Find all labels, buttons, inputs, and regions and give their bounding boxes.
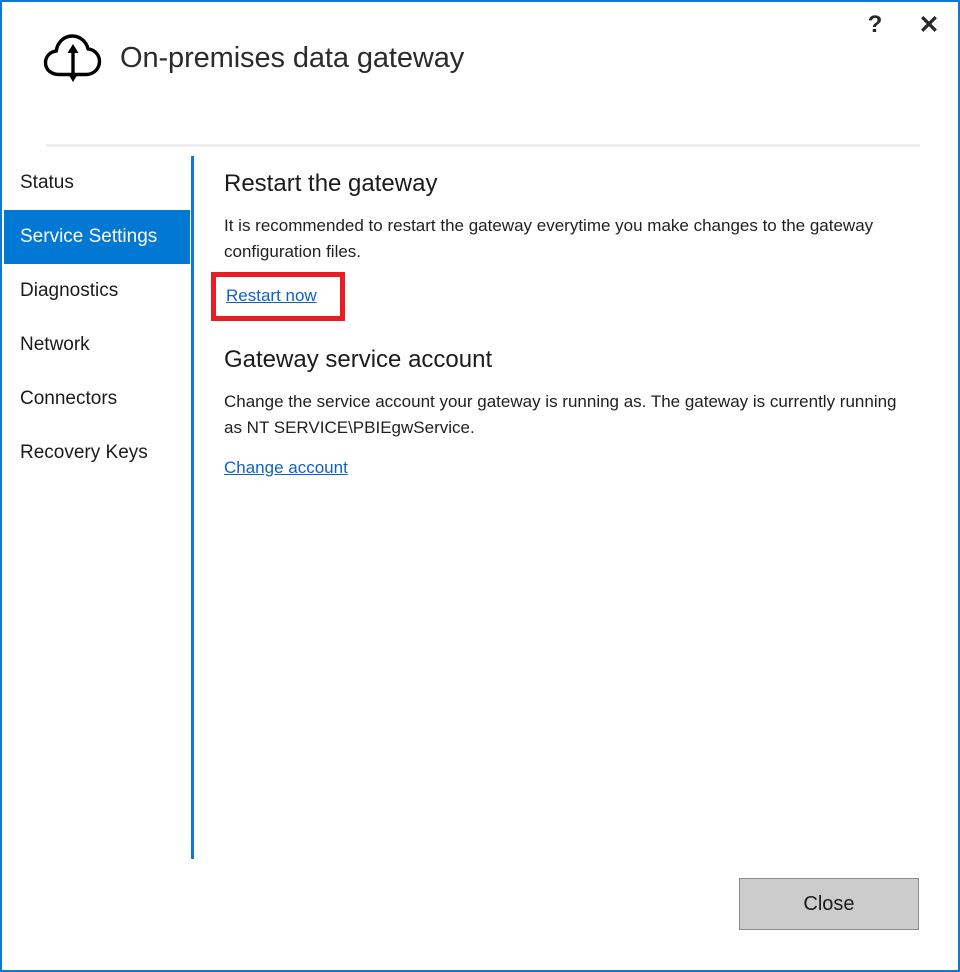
account-section-heading: Gateway service account (224, 346, 924, 375)
sidebar-item-label: Connectors (20, 388, 117, 410)
app-header: On-premises data gateway (42, 30, 464, 86)
gateway-window: ? ✕ On-premises data gateway Status Serv… (0, 0, 960, 972)
sidebar-item-label: Recovery Keys (20, 442, 148, 464)
header-divider (46, 144, 920, 147)
sidebar-divider (191, 156, 194, 859)
sidebar-item-diagnostics[interactable]: Diagnostics (4, 264, 190, 318)
sidebar-item-connectors[interactable]: Connectors (4, 372, 190, 426)
help-button[interactable]: ? (856, 8, 894, 42)
sidebar-item-label: Network (20, 334, 90, 356)
sidebar-item-recovery-keys[interactable]: Recovery Keys (4, 426, 190, 480)
sidebar-item-label: Service Settings (20, 226, 157, 248)
sidebar-nav: Status Service Settings Diagnostics Netw… (4, 156, 190, 480)
close-window-button[interactable]: ✕ (910, 8, 948, 42)
restart-link-container: Restart now (224, 281, 924, 311)
account-section-body: Change the service account your gateway … (224, 389, 916, 441)
restart-gateway-section: Restart the gateway It is recommended to… (224, 170, 924, 311)
restart-section-body: It is recommended to restart the gateway… (224, 213, 916, 265)
gateway-service-account-section: Gateway service account Change the servi… (224, 346, 924, 478)
account-link-container: Change account (224, 458, 924, 478)
change-account-link[interactable]: Change account (224, 458, 348, 478)
close-button[interactable]: Close (739, 878, 919, 930)
cloud-updown-arrow-icon (42, 30, 104, 86)
sidebar-item-network[interactable]: Network (4, 318, 190, 372)
titlebar-buttons: ? ✕ (856, 8, 948, 42)
question-mark-icon: ? (868, 13, 883, 37)
close-x-icon: ✕ (919, 13, 940, 38)
main-content: Restart the gateway It is recommended to… (224, 170, 924, 478)
sidebar-item-status[interactable]: Status (4, 156, 190, 210)
restart-section-heading: Restart the gateway (224, 170, 924, 199)
sidebar-item-service-settings[interactable]: Service Settings (4, 210, 190, 264)
page-title: On-premises data gateway (120, 42, 464, 75)
restart-now-link[interactable]: Restart now (226, 286, 317, 306)
sidebar-item-label: Status (20, 172, 74, 194)
sidebar-item-label: Diagnostics (20, 280, 118, 302)
